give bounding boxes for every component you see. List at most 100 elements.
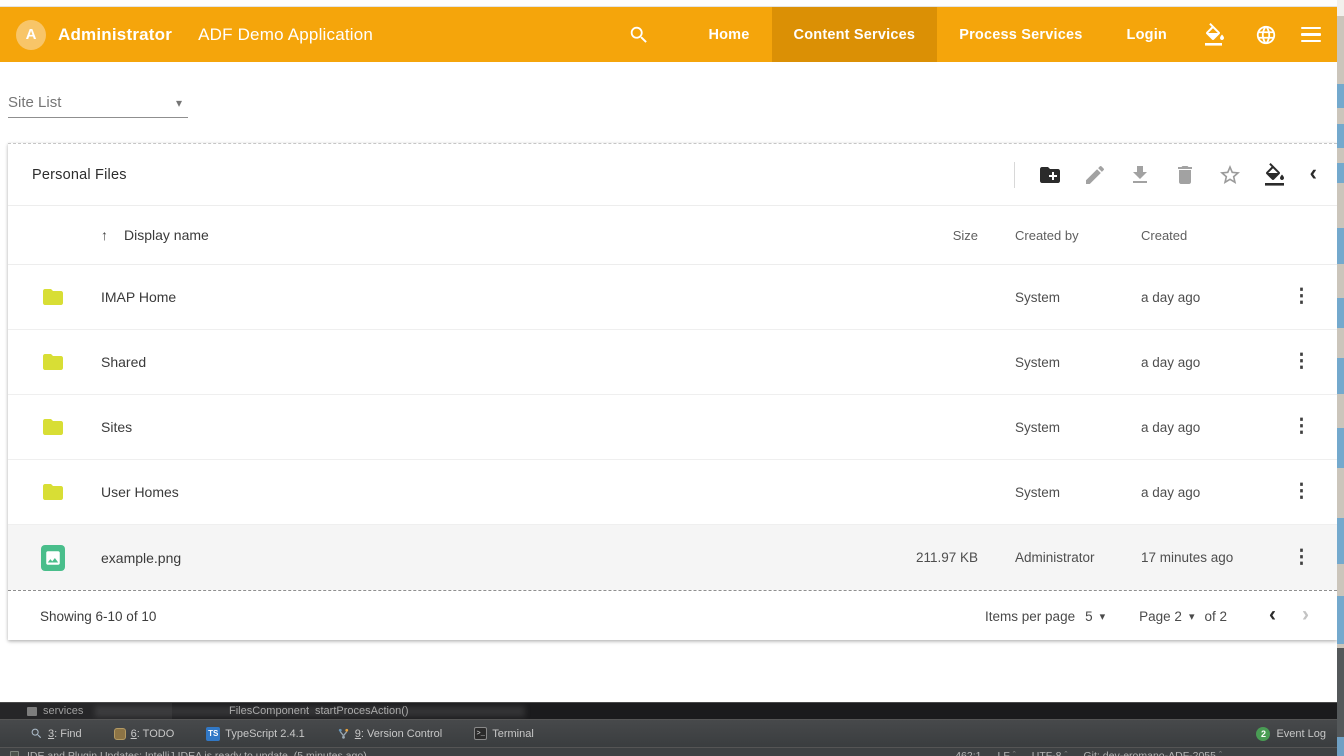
header-user-area: A Administrator ADF Demo Application	[0, 7, 373, 62]
table-row-example-png[interactable]: example.png 211.97 KB Administrator 17 m…	[8, 525, 1337, 590]
caret-position-widget[interactable]: 462:1	[955, 750, 981, 756]
kebab-icon: ⋮	[1292, 351, 1312, 372]
nav-label: Home	[708, 27, 749, 43]
toolwindow-typescript[interactable]: TS TypeScript 2.4.1	[206, 727, 305, 741]
site-list-label: Site List	[8, 94, 61, 111]
total-pages-label: of 2	[1204, 609, 1227, 624]
nav-item-content-services[interactable]: Content Services	[772, 7, 938, 62]
row-menu-button[interactable]: ⋮	[1292, 287, 1312, 306]
created-by: System	[1015, 420, 1141, 435]
items-per-page-label: Items per page	[985, 609, 1075, 624]
nav-item-home[interactable]: Home	[686, 7, 771, 62]
ide-toolwindow-bar: 3: Find 6: TODO TS TypeScript 2.4.1 9: V…	[0, 719, 1344, 747]
row-menu-button[interactable]: ⋮	[1292, 482, 1312, 501]
caret-up-icon: ˆ	[1013, 750, 1016, 756]
table-row-sites[interactable]: Sites System a day ago ⋮	[8, 395, 1337, 460]
blurred-text	[95, 706, 525, 717]
created-date: 17 minutes ago	[1141, 550, 1267, 565]
created-date: a day ago	[1141, 485, 1267, 500]
download-icon	[1128, 163, 1152, 187]
browser-top-edge	[0, 0, 1344, 7]
current-page-label: Page 2	[1139, 609, 1182, 624]
new-folder-button[interactable]	[1038, 163, 1062, 187]
file-size: 211.97 KB	[858, 550, 978, 565]
search-button[interactable]	[614, 7, 686, 62]
editor-scroll-mark	[1337, 358, 1344, 394]
table-row-shared[interactable]: Shared System a day ago ⋮	[8, 330, 1337, 395]
edit-button[interactable]	[1083, 163, 1107, 187]
column-label: Size	[953, 228, 978, 243]
notification-checkbox-icon[interactable]	[10, 751, 19, 756]
column-header-size[interactable]: Size	[858, 228, 978, 243]
dropdown-arrow-icon: ▾	[1189, 610, 1195, 623]
line-ending-widget[interactable]: LFˆ	[998, 750, 1016, 756]
delete-button[interactable]	[1173, 163, 1197, 187]
column-label: Created	[1141, 228, 1187, 243]
table-row-imap-home[interactable]: IMAP Home System a day ago ⋮	[8, 265, 1337, 330]
ide-status-bar: IDE and Plugin Updates: IntelliJ IDEA is…	[0, 747, 1344, 756]
sort-asc-icon: ↑	[101, 227, 108, 243]
column-header-created-by[interactable]: Created by	[1015, 228, 1141, 243]
row-menu-button[interactable]: ⋮	[1292, 417, 1312, 436]
file-name: Shared	[101, 354, 858, 370]
event-log-button[interactable]: 2 Event Log	[1256, 727, 1326, 741]
card-title: Personal Files	[32, 167, 127, 183]
collapse-toolbar-button[interactable]: ‹	[1308, 162, 1323, 187]
kebab-icon: ⋮	[1292, 481, 1312, 502]
table-row-user-homes[interactable]: User Homes System a day ago ⋮	[8, 460, 1337, 525]
toolwindow-find[interactable]: 3: Find	[30, 727, 82, 740]
row-menu-button[interactable]: ⋮	[1292, 352, 1312, 371]
toolwindow-todo[interactable]: 6: TODO	[114, 728, 175, 740]
files-card: Personal Files	[8, 143, 1337, 640]
nav-label: Process Services	[959, 27, 1082, 43]
editor-scroll-mark	[1337, 428, 1344, 468]
pagination-bar: Showing 6-10 of 10 Items per page 5 ▾ Pa…	[8, 591, 1337, 641]
theme-picker-button[interactable]	[1189, 7, 1241, 62]
nav-label: Login	[1127, 27, 1167, 43]
card-theme-button[interactable]	[1263, 163, 1287, 187]
toolwindow-terminal[interactable]: >_ Terminal	[474, 727, 534, 740]
kebab-icon: ⋮	[1292, 286, 1312, 307]
page-select[interactable]: Page 2 ▾	[1139, 609, 1194, 624]
encoding-widget[interactable]: UTF-8ˆ	[1032, 750, 1068, 756]
typescript-icon: TS	[206, 727, 220, 741]
folder-icon	[41, 285, 65, 309]
created-date: a day ago	[1141, 355, 1267, 370]
breadcrumb-method[interactable]: startProcesAction()	[315, 705, 409, 717]
editor-scroll-mark	[1337, 737, 1344, 756]
favorite-button[interactable]	[1218, 163, 1242, 187]
nav-item-process-services[interactable]: Process Services	[937, 7, 1104, 62]
ide-navigation-bar: services FilesComponent › startProcesAct…	[0, 702, 1337, 719]
nav-item-login[interactable]: Login	[1105, 7, 1189, 62]
language-button[interactable]	[1241, 7, 1291, 62]
files-toolbar: ‹	[1014, 162, 1323, 188]
toolwindow-label: : Find	[54, 728, 82, 740]
column-header-display-name[interactable]: ↑ Display name	[101, 227, 858, 243]
terminal-icon: >_	[474, 727, 487, 740]
breadcrumb-component[interactable]: FilesComponent	[229, 705, 309, 717]
file-name: IMAP Home	[101, 289, 858, 305]
toolwindow-version-control[interactable]: 9: Version Control	[337, 727, 442, 740]
editor-scroll-mark	[1337, 518, 1344, 564]
column-header-created[interactable]: Created	[1141, 228, 1267, 243]
row-menu-button[interactable]: ⋮	[1292, 548, 1312, 567]
app-header: A Administrator ADF Demo Application Hom…	[0, 7, 1337, 62]
previous-page-button[interactable]: ‹	[1261, 604, 1284, 628]
git-branch-widget[interactable]: Git: dev-eromano-ADF-2055ˆ	[1084, 750, 1222, 756]
site-list-select[interactable]: Site List ▾	[8, 88, 188, 118]
background-window-edge	[1337, 0, 1344, 756]
user-avatar[interactable]: A	[16, 20, 46, 50]
card-header: Personal Files	[8, 144, 1337, 206]
breadcrumb-services[interactable]: services	[43, 705, 83, 717]
screen: A Administrator ADF Demo Application Hom…	[0, 0, 1344, 756]
next-page-button[interactable]: ›	[1294, 604, 1317, 628]
caret-position: 462:1	[955, 750, 981, 756]
dropdown-arrow-icon: ▾	[176, 96, 188, 110]
download-button[interactable]	[1128, 163, 1152, 187]
table-header-row: ↑ Display name Size Created by Created	[8, 206, 1337, 265]
menu-button[interactable]	[1291, 7, 1337, 62]
created-by: Administrator	[1015, 550, 1141, 565]
table-body: IMAP Home System a day ago ⋮ Shared Syst…	[8, 265, 1337, 590]
created-by: System	[1015, 485, 1141, 500]
page-size-select[interactable]: 5 ▾	[1085, 609, 1105, 624]
